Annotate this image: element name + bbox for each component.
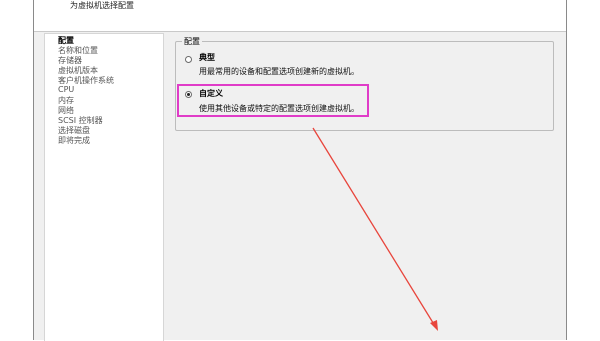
arrow-head (430, 320, 438, 331)
arrow-line (312, 127, 436, 327)
annotation-arrow (312, 127, 438, 331)
